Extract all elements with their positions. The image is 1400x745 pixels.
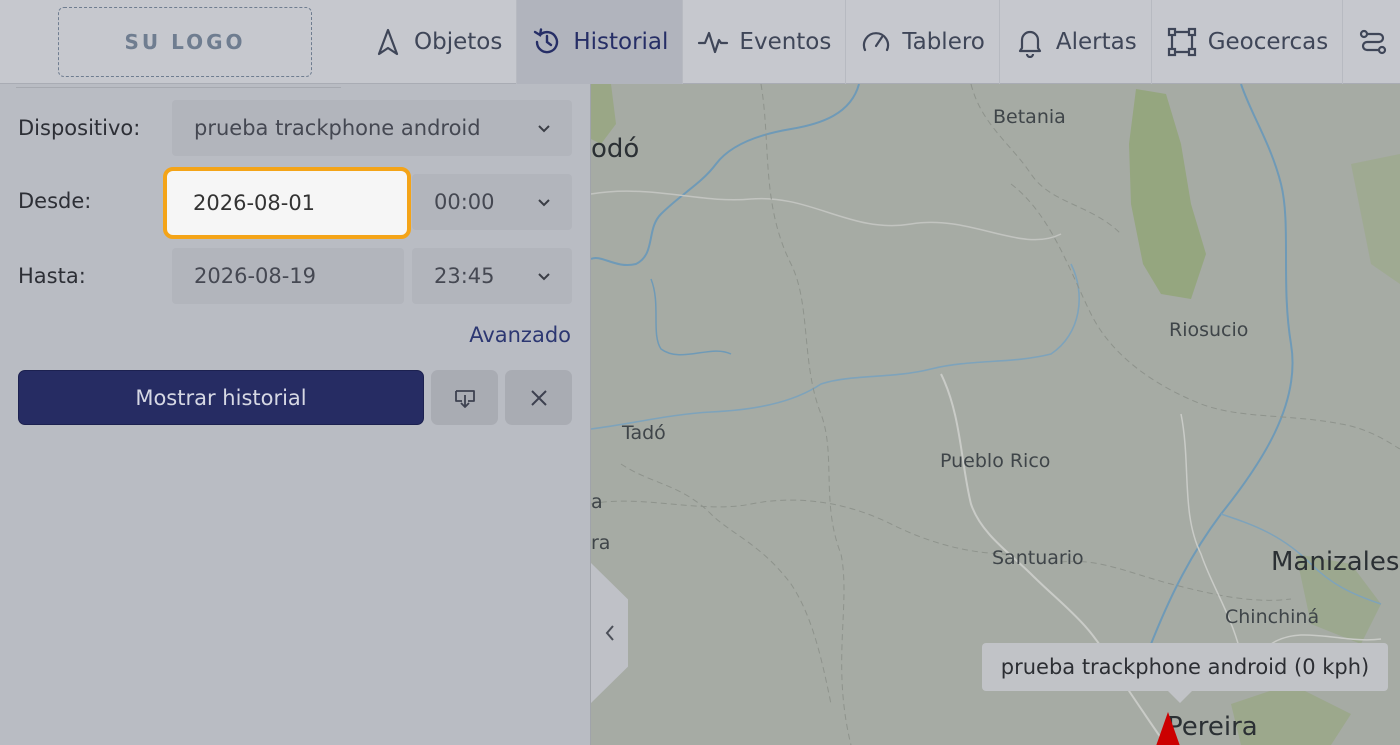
device-tooltip: prueba trackphone android (0 kph) [982,643,1388,703]
to-date-input[interactable]: 2026-08-19 [172,248,404,304]
pulse-icon [698,31,729,54]
logo-placeholder: SU LOGO [58,7,312,77]
main-nav: Objetos Historial Eventos Tablero Alerta… [358,0,1400,84]
tab-label: Tablero [902,29,985,55]
export-button[interactable] [431,370,498,425]
tab-label: Objetos [414,29,503,55]
from-time-select[interactable]: 00:00 [412,174,572,230]
close-icon [530,389,547,406]
map-label: Manizales [1271,547,1400,577]
chevron-down-icon [538,199,550,207]
clear-button[interactable] [505,370,572,425]
tab-objetos[interactable]: Objetos [358,0,518,84]
device-value: prueba trackphone android [194,116,481,140]
tab-label: Geocercas [1207,29,1329,55]
map-view[interactable]: odó Betania Riosucio Tadó Pueblo Rico Sa… [591,84,1400,745]
from-date-value: 2026-08-01 [193,191,316,215]
from-time-value: 00:00 [434,190,495,214]
map-label: Chinchiná [1225,606,1320,628]
to-label: Hasta: [18,264,86,288]
chevron-left-icon [605,625,614,641]
map-label: Tadó [622,422,666,444]
download-icon [454,389,475,408]
advanced-link[interactable]: Avanzado [469,323,571,347]
from-label: Desde: [18,189,92,213]
chevron-down-icon [538,273,550,281]
tab-label: Historial [573,29,669,55]
to-time-value: 23:45 [434,264,495,288]
device-marker-icon[interactable] [1156,712,1180,745]
map-label: Betania [993,106,1066,128]
divider [16,87,341,88]
history-clock-icon [534,28,559,54]
chevron-down-icon [538,125,550,133]
gauge-icon [863,32,890,52]
navigation-arrow-icon [377,28,399,56]
to-time-select[interactable]: 23:45 [412,248,572,304]
geofence-icon [1167,27,1196,57]
tab-label: Eventos [739,29,832,55]
map-label: Santuario [992,547,1084,569]
tab-rutas[interactable]: R [1343,0,1400,84]
map-label: ra [591,532,611,554]
bell-icon [1018,30,1041,58]
map-label: odó [591,134,640,164]
tab-tablero[interactable]: Tablero [846,0,1000,84]
tab-historial[interactable]: Historial [517,0,684,84]
top-header: SU LOGO Objetos Historial Eventos Tabler… [0,0,1400,84]
history-sidebar: Dispositivo: prueba trackphone android D… [0,84,591,745]
tab-label: Alertas [1055,29,1137,55]
tab-alertas[interactable]: Alertas [1000,0,1152,84]
map-label: Riosucio [1169,319,1249,341]
map-label: Pueblo Rico [940,450,1051,472]
show-history-button[interactable]: Mostrar historial [18,370,424,425]
map-label: a [591,491,603,513]
to-date-value: 2026-08-19 [194,264,317,288]
route-icon [1360,29,1387,55]
tab-eventos[interactable]: Eventos [683,0,847,84]
device-label: Dispositivo: [18,116,141,140]
map-label: Pereira [1167,712,1258,742]
tab-geocercas[interactable]: Geocercas [1152,0,1344,84]
from-date-input[interactable]: 2026-08-01 [163,167,411,239]
device-select[interactable]: prueba trackphone android [172,100,572,156]
